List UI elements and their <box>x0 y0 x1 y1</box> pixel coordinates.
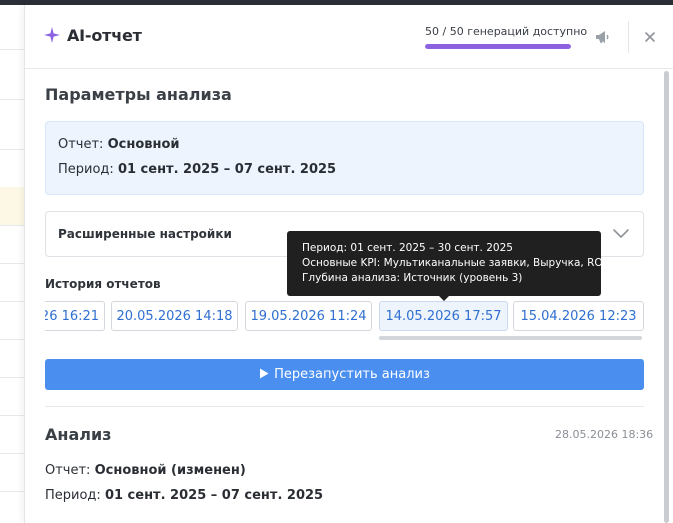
generation-quota-text: 50 / 50 генераций доступно <box>425 25 588 38</box>
history-item[interactable]: 20.05.2026 14:18 <box>111 301 238 331</box>
section-divider <box>45 406 644 407</box>
restart-analysis-label: Перезапустить анализ <box>274 367 430 382</box>
megaphone-icon[interactable] <box>593 28 611 46</box>
analysis-period-value: 01 сент. 2025 – 07 сент. 2025 <box>104 488 324 503</box>
analysis-timestamp: 28.05.2026 18:36 <box>555 428 654 441</box>
tooltip-kpi: Основные KPI: Мультиканальные заявки, Вы… <box>302 257 606 269</box>
header-divider <box>628 21 629 53</box>
ai-report-panel: AI-отчет 50 / 50 генераций доступно Пара… <box>24 5 673 523</box>
background-row-highlighted <box>0 187 24 226</box>
params-report-label: Отчет: <box>58 137 104 152</box>
params-section-title: Параметры анализа <box>45 85 232 104</box>
history-scrollbar[interactable] <box>379 336 642 340</box>
params-report-value: Основной <box>107 137 180 152</box>
background-row <box>0 5 24 50</box>
background-row <box>0 339 24 378</box>
history-item-active[interactable]: 14.05.2026 17:57 <box>379 301 508 331</box>
params-period-value: 01 сент. 2025 – 07 сент. 2025 <box>117 162 337 177</box>
background-row <box>0 301 24 340</box>
panel-header: AI-отчет 50 / 50 генераций доступно <box>25 5 673 69</box>
history-item[interactable]: 26 16:21 <box>45 301 105 331</box>
play-icon <box>260 368 269 378</box>
background-row <box>0 225 24 264</box>
tooltip-period: Период: 01 сент. 2025 – 30 сент. 2025 <box>302 242 513 254</box>
restart-analysis-button[interactable]: Перезапустить анализ <box>45 359 644 390</box>
history-tooltip: Период: 01 сент. 2025 – 30 сент. 2025 Ос… <box>287 231 606 296</box>
background-row <box>0 415 24 454</box>
history-item[interactable]: 15.04.2026 12:23 <box>513 301 644 331</box>
analysis-report-label: Отчет: <box>45 463 91 478</box>
generation-quota-fill <box>425 44 571 49</box>
history-strip: 26 16:21 20.05.2026 14:18 19.05.2026 11:… <box>45 301 644 333</box>
background-row <box>0 99 24 150</box>
chevron-down-icon <box>613 229 629 238</box>
params-info-box: Отчет: Основной Период: 01 сент. 2025 – … <box>45 121 644 195</box>
panel-scrollbar[interactable] <box>664 71 669 523</box>
analysis-period-line: Период: 01 сент. 2025 – 07 сент. 2025 <box>45 488 323 503</box>
analysis-section-title: Анализ <box>45 425 112 444</box>
analysis-report-value: Основной (изменен) <box>94 463 246 478</box>
background-row <box>0 453 24 492</box>
background-row <box>0 263 24 302</box>
tooltip-arrow <box>438 295 450 301</box>
tooltip-depth: Глубина анализа: Источник (уровень 3) <box>302 272 523 284</box>
sparkle-icon <box>44 27 60 43</box>
history-label: История отчетов <box>45 277 161 291</box>
params-period-line: Период: 01 сент. 2025 – 07 сент. 2025 <box>58 162 336 177</box>
background-app-table <box>0 5 24 523</box>
generation-quota-bar <box>425 44 571 49</box>
close-icon[interactable] <box>641 28 659 46</box>
analysis-report-line: Отчет: Основной (изменен) <box>45 463 246 478</box>
analysis-period-label: Период: <box>45 488 101 503</box>
params-report-line: Отчет: Основной <box>58 137 180 152</box>
background-row <box>0 49 24 100</box>
params-period-label: Период: <box>58 162 114 177</box>
advanced-settings-label: Расширенные настройки <box>58 227 232 241</box>
history-item[interactable]: 19.05.2026 11:24 <box>245 301 372 331</box>
background-row <box>0 377 24 416</box>
panel-title: AI-отчет <box>67 26 142 45</box>
